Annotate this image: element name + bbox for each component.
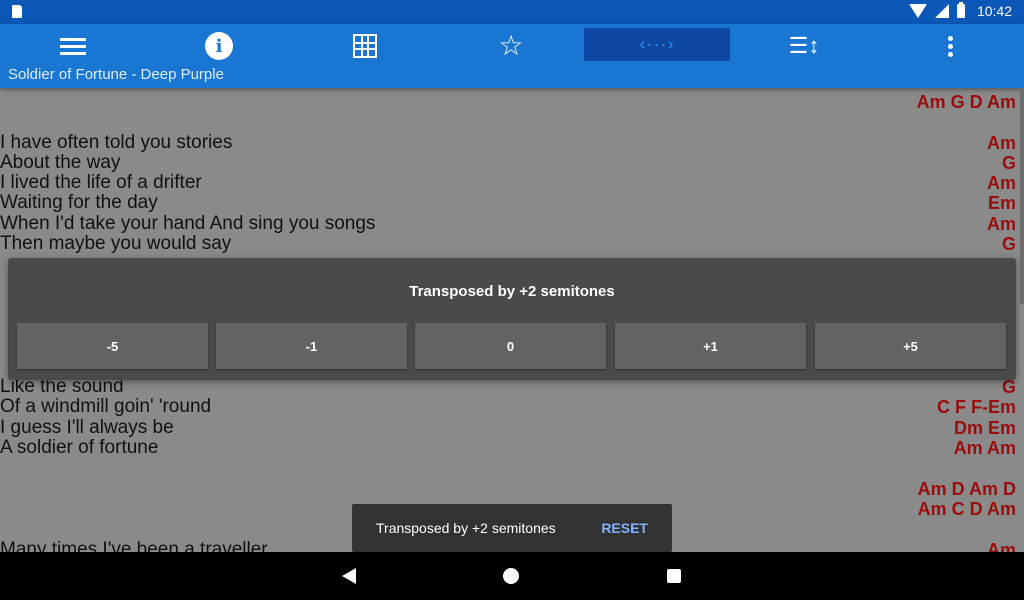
info-button[interactable]: i [199,32,239,60]
lyric-text: Waiting for the day [0,192,158,213]
chord-text: Am [986,133,1016,153]
lyric-text: Like the sound [0,376,124,397]
chord-text: Em [987,193,1016,213]
transpose-dialog: Transposed by +2 semitones -5 -1 0 +1 +5 [8,258,1016,380]
lyric-text: I guess I'll always be [0,417,174,438]
chord-text: G [1001,153,1016,173]
lyric-text: When I'd take your hand And sing you son… [0,213,376,234]
chord-grid-button[interactable] [345,32,385,60]
chord-text: Am [986,214,1016,234]
reset-button[interactable]: RESET [601,520,648,536]
chord-text: G [1001,377,1016,397]
lyric-text: I lived the life of a drifter [0,172,202,193]
chord-text: C F F-Em [937,397,1016,417]
sort-icon: ☰↕ [788,33,820,58]
lyric-text: A soldier of fortune [0,437,159,458]
menu-icon[interactable] [53,32,93,60]
snackbar: Transposed by +2 semitones RESET [352,504,672,552]
transpose-plus-5-button[interactable]: +5 [815,323,1006,369]
app-bar: i ☆ ‹···› ☰↕ Soldier of Fortune - Deep P… [0,24,1024,88]
star-icon: ☆ [498,30,524,61]
chord-text: G [1001,234,1016,254]
lyric-text: Then maybe you would say [0,233,232,254]
song-title: Soldier of Fortune - Deep Purple [8,66,224,83]
home-icon[interactable] [503,568,519,584]
snackbar-message: Transposed by +2 semitones [376,520,556,536]
info-icon: i [205,32,233,60]
transpose-icon: ‹···› [639,34,675,54]
recents-icon[interactable] [667,569,681,583]
battery-icon [956,2,965,18]
transpose-button[interactable]: ‹···› [584,28,730,61]
chord-text: Dm Em [953,418,1016,438]
lyric-line: Am G D Am [0,92,1016,112]
lyric-line: Then maybe you would say G [0,233,1016,255]
lyric-line: I have often told you stories Am [0,132,1016,154]
overflow-menu-button[interactable] [930,32,970,60]
chord-text: Am Am [953,438,1016,458]
sd-card-icon [12,5,22,18]
grid-icon [353,34,377,58]
lyric-text: Of a windmill goin' 'round [0,396,212,417]
status-bar: 10:42 [0,0,1024,24]
lyric-line: About the way G [0,152,1016,174]
favorite-button[interactable]: ☆ [491,32,531,60]
transpose-zero-button[interactable]: 0 [415,323,606,369]
lyric-line: I guess I'll always be Dm Em [0,417,1016,439]
back-icon[interactable] [342,568,356,584]
lyric-line: When I'd take your hand And sing you son… [0,213,1016,235]
transpose-minus-5-button[interactable]: -5 [17,323,208,369]
chord-text: Am [986,540,1016,552]
dialog-title: Transposed by +2 semitones [409,283,615,300]
wifi-icon [908,4,927,18]
status-time: 10:42 [976,3,1012,19]
lyric-line: Like the sound G [0,376,1016,398]
chord-text: Am [986,173,1016,193]
more-vert-icon [947,33,953,60]
lyric-text: Many times I've been a traveller [0,539,268,553]
scrollbar[interactable] [1020,88,1024,304]
lyric-line: Of a windmill goin' 'round C F F-Em [0,396,1016,418]
lyric-line: Waiting for the day Em [0,192,1016,214]
chord-text: Am D Am D [917,479,1016,499]
chord-text: Am G D Am [916,92,1016,112]
lyric-line: Am D Am D [0,479,1016,499]
lyric-text: I have often told you stories [0,132,233,153]
navigation-bar [0,552,1024,600]
chord-text: Am C D Am [917,499,1016,519]
lyric-line: A soldier of fortune Am Am [0,437,1016,459]
transpose-plus-1-button[interactable]: +1 [615,323,806,369]
lyric-text: About the way [0,152,121,173]
transpose-minus-1-button[interactable]: -1 [216,323,407,369]
autoscroll-button[interactable]: ☰↕ [784,32,824,60]
signal-icon [934,4,949,18]
lyric-line: I lived the life of a drifter Am [0,172,1016,194]
